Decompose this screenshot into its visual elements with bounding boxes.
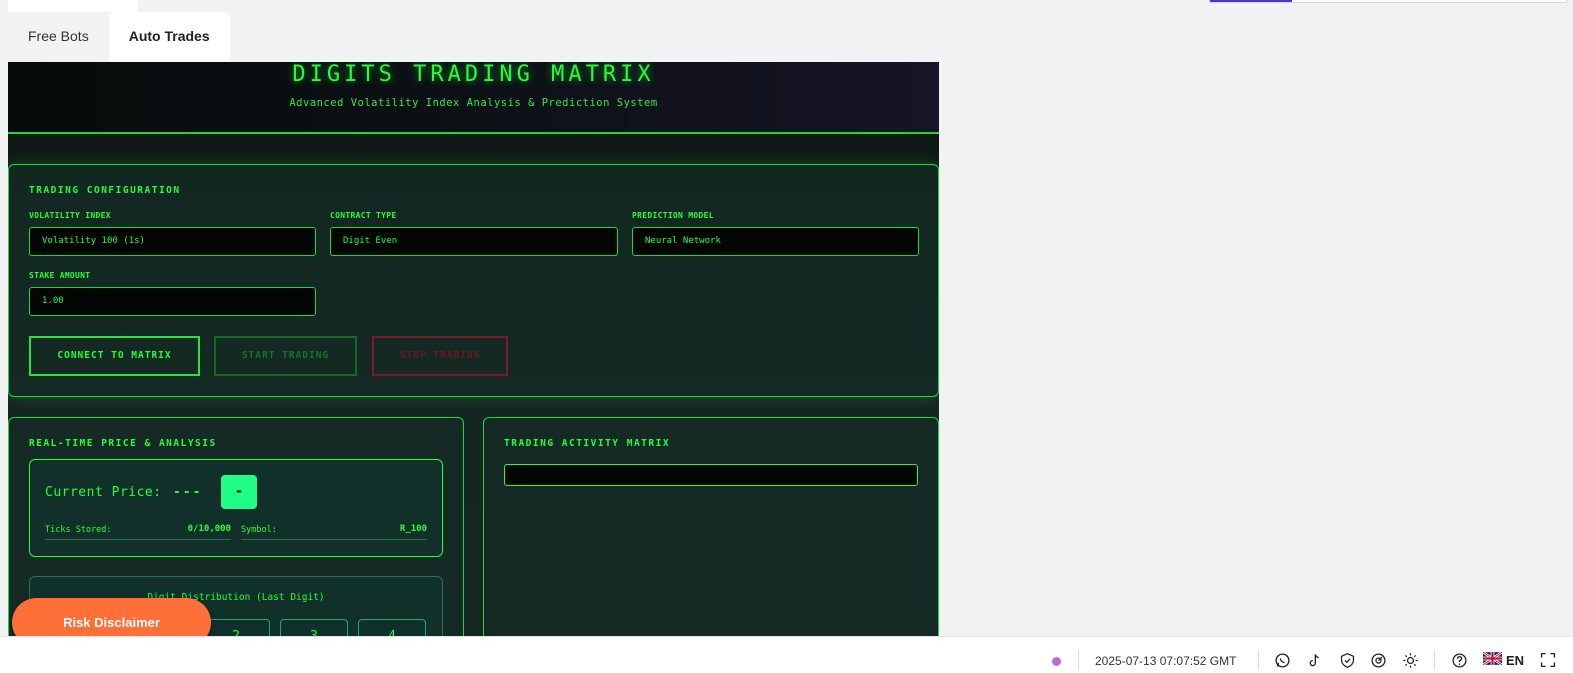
last-digit-badge: - <box>221 475 257 509</box>
footer-divider <box>1258 650 1259 670</box>
footer-divider <box>1434 650 1435 670</box>
footer-divider <box>1078 650 1079 670</box>
ticks-stored-label: Ticks Stored: <box>45 525 112 535</box>
digit-cell: 3 <box>280 619 348 636</box>
symbol-stat: Symbol: R_100 <box>241 522 427 540</box>
tab-auto-trades[interactable]: Auto Trades <box>108 12 230 62</box>
matrix-header: DIGITS TRADING MATRIX Advanced Volatilit… <box>8 62 939 134</box>
volatility-select[interactable]: Volatility 100 (1s) <box>29 227 316 256</box>
activity-log[interactable] <box>504 464 918 486</box>
analysis-title: REAL-TIME PRICE & ANALYSIS <box>29 438 217 449</box>
trading-activity-panel: TRADING ACTIVITY MATRIX <box>483 417 939 636</box>
ticks-stored-value: 0/10,000 <box>187 524 231 534</box>
matrix-subtitle: Advanced Volatility Index Analysis & Pre… <box>289 97 658 109</box>
language-selector[interactable]: EN <box>1482 651 1525 668</box>
symbol-label: Symbol: <box>241 525 277 535</box>
contract-type-select[interactable]: Digit Even <box>330 227 618 256</box>
matrix-title: DIGITS TRADING MATRIX <box>292 62 655 87</box>
contract-type-label: CONTRACT TYPE <box>330 211 397 220</box>
current-price-box: Current Price: --- - Ticks Stored: 0/10,… <box>29 459 443 557</box>
volatility-label: VOLATILITY INDEX <box>29 211 111 220</box>
stop-trading-button[interactable]: STOP TRADING <box>372 336 508 376</box>
prediction-model-select[interactable]: Neural Network <box>632 227 919 256</box>
stake-label: STAKE AMOUNT <box>29 271 91 280</box>
tab-free-bots[interactable]: Free Bots <box>8 12 109 62</box>
language-code: EN <box>1506 652 1525 668</box>
server-time: 2025-07-13 07:07:52 GMT <box>1095 654 1237 668</box>
connection-status-dot <box>1052 657 1061 666</box>
config-title: TRADING CONFIGURATION <box>29 185 181 196</box>
tiktok-icon[interactable] <box>1305 651 1323 669</box>
current-price-value: --- <box>173 485 203 500</box>
digit-cell: 4 <box>358 619 426 636</box>
symbol-value: R_100 <box>399 524 427 534</box>
footer-bar: 2025-07-13 07:07:52 GMT EN <box>0 636 1573 673</box>
start-trading-button[interactable]: START TRADING <box>214 336 357 376</box>
activity-title: TRADING ACTIVITY MATRIX <box>504 438 671 449</box>
shield-icon[interactable] <box>1338 651 1356 669</box>
current-price-label: Current Price: <box>45 485 162 500</box>
gauge-icon[interactable] <box>1369 651 1387 669</box>
help-icon[interactable] <box>1450 651 1468 669</box>
trading-configuration-panel: TRADING CONFIGURATION VOLATILITY INDEX V… <box>8 164 939 397</box>
trading-matrix-app: DIGITS TRADING MATRIX Advanced Volatilit… <box>8 62 939 636</box>
flag-uk-icon <box>1482 651 1503 668</box>
bot-tabs: Free Bots Auto Trades <box>8 12 230 62</box>
stake-input[interactable]: 1.00 <box>29 287 316 316</box>
fullscreen-icon[interactable] <box>1539 651 1557 669</box>
whatsapp-icon[interactable] <box>1273 651 1291 669</box>
top-right-strip <box>1209 0 1567 3</box>
connect-button[interactable]: CONNECT TO MATRIX <box>29 336 200 376</box>
prediction-model-label: PREDICTION MODEL <box>632 211 714 220</box>
top-left-strip <box>8 0 138 12</box>
digit-cell: 2 <box>202 619 270 636</box>
brightness-icon[interactable] <box>1401 651 1419 669</box>
ticks-stored-stat: Ticks Stored: 0/10,000 <box>45 522 231 540</box>
top-right-accent <box>1210 0 1292 2</box>
